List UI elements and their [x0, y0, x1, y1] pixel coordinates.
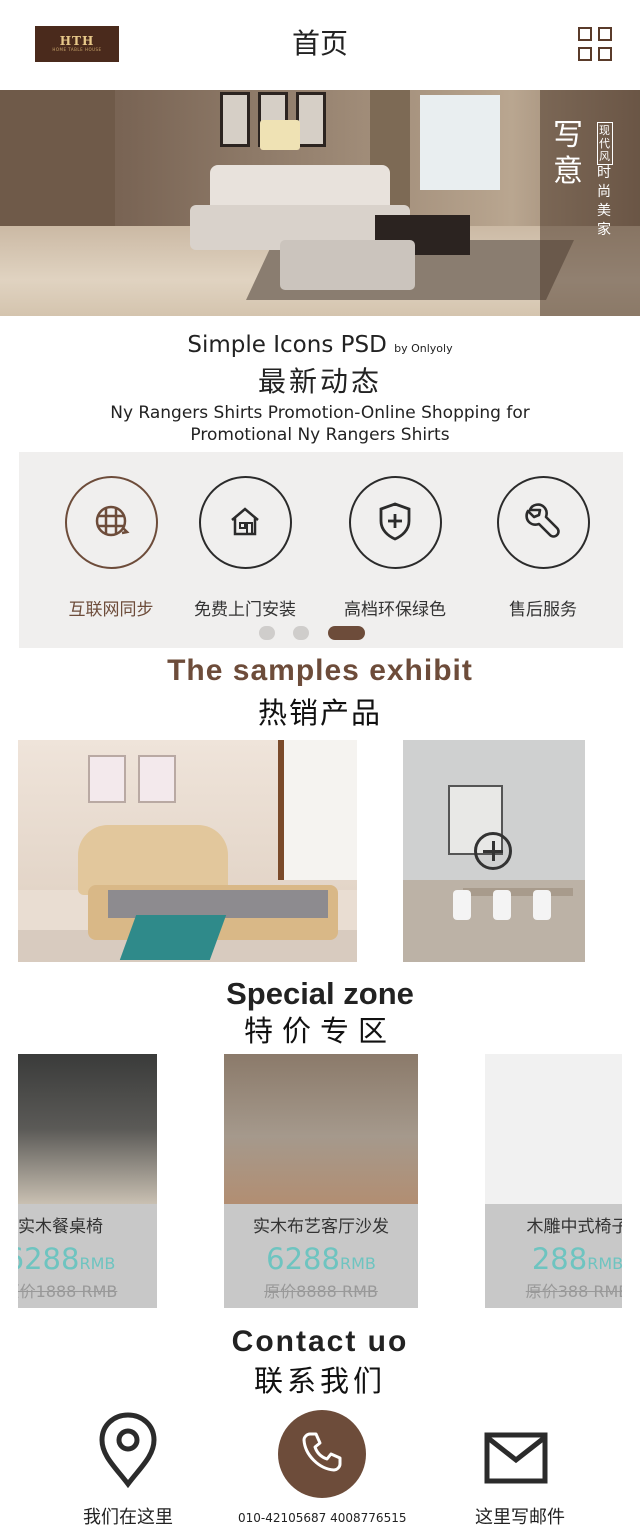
- location-pin-icon: [96, 1412, 160, 1492]
- bed-sheet: [108, 890, 328, 918]
- feature-circle: [64, 476, 158, 569]
- grid-icon[interactable]: [578, 27, 612, 61]
- special-card-name: 实木餐桌椅: [18, 1217, 103, 1237]
- hero-ottoman: [280, 240, 415, 290]
- special-card[interactable]: 实木布艺客厅沙发 6288RMB 原价8888 RMB: [224, 1054, 418, 1308]
- feature-eco[interactable]: 高档环保绿色: [330, 476, 460, 620]
- feature-label: 互联网同步: [68, 600, 154, 620]
- special-card-name: 木雕中式椅子: [526, 1217, 623, 1237]
- carousel-dot[interactable]: [259, 626, 275, 640]
- carousel-dot[interactable]: [293, 626, 309, 640]
- special-card-original-price: 原价8888 RMB: [264, 1282, 378, 1301]
- samples-heading-zh: 热销产品: [257, 696, 382, 730]
- feature-circle: [348, 476, 442, 569]
- hero-painting: [220, 92, 250, 147]
- hero-lamp: [260, 120, 300, 150]
- shield-plus-icon: [373, 499, 417, 547]
- special-card-image: [18, 1054, 157, 1204]
- special-heading-zh: 特价专区: [243, 1014, 396, 1048]
- feature-circle: [198, 476, 292, 569]
- contact-phone-label: 010-42105687 4008776515: [238, 1511, 407, 1525]
- zoom-plus-icon[interactable]: [474, 832, 512, 870]
- bedroom-window: [278, 740, 357, 880]
- mail-icon: [484, 1432, 548, 1490]
- globe-sync-icon: [91, 501, 131, 545]
- special-card-content: 实木餐桌椅 6288RMB 原价1888 RMB: [18, 1054, 157, 1308]
- dining-chair: [453, 890, 471, 920]
- product-image-dining[interactable]: [403, 740, 585, 962]
- hero-painting: [296, 92, 326, 147]
- hero-badge-title: 写意: [553, 118, 583, 189]
- bedroom-wall-art: [88, 755, 126, 803]
- special-card-image: [224, 1054, 418, 1204]
- page-title: 首页: [291, 27, 348, 60]
- news-credit-main: Simple Icons PSD: [187, 332, 387, 358]
- top-header: HTH HOME TABLE HOUSE 首页: [0, 0, 640, 90]
- contact-mail-label: 这里写邮件: [475, 1507, 565, 1528]
- samples-heading-en: The samples exhibit: [167, 654, 473, 687]
- feature-circle: [496, 476, 590, 569]
- hero-badge: 写意 现代风 时尚美家: [545, 110, 615, 238]
- price-value: 288: [531, 1242, 588, 1276]
- dining-table: [463, 888, 573, 896]
- price-unit: RMB: [587, 1254, 622, 1273]
- hero-badge-subtitle: 时尚美家: [597, 165, 611, 238]
- price-unit: RMB: [79, 1254, 116, 1273]
- dining-chair: [493, 890, 511, 920]
- price-unit: RMB: [339, 1254, 376, 1273]
- news-subtitle[interactable]: Ny Rangers Shirts Promotion-Online Shopp…: [80, 402, 560, 446]
- hero-window: [420, 95, 500, 190]
- carousel-dot-active[interactable]: [328, 626, 365, 640]
- special-card[interactable]: 木雕中式椅子 288RMB 原价388 RMB: [485, 1054, 622, 1308]
- home-icon: [225, 501, 265, 545]
- special-card-image: [485, 1054, 622, 1204]
- contact-heading-zh: 联系我们: [253, 1364, 386, 1398]
- phone-button[interactable]: [278, 1410, 366, 1498]
- special-card-original-price: 原价388 RMB: [525, 1282, 622, 1301]
- feature-free-install[interactable]: 免费上门安装: [180, 476, 310, 620]
- price-value: 6288: [266, 1242, 340, 1276]
- feature-label: 高档环保绿色: [344, 600, 446, 620]
- special-card-price: 288RMB: [485, 1242, 622, 1276]
- wrench-icon: [520, 498, 566, 548]
- price-value: 6288: [18, 1242, 80, 1276]
- hero-banner[interactable]: 写意 现代风 时尚美家: [0, 90, 640, 316]
- product-image-bedroom[interactable]: [18, 740, 357, 962]
- hero-badge-tag: 现代风: [597, 122, 613, 165]
- feature-label: 售后服务: [509, 600, 577, 620]
- dining-chair: [533, 890, 551, 920]
- feature-internet-sync[interactable]: 互联网同步: [46, 476, 176, 620]
- special-card-content: 木雕中式椅子 288RMB 原价388 RMB: [485, 1054, 622, 1308]
- bed-throw: [119, 915, 227, 960]
- news-credit: Simple Icons PSD by Onlyoly: [0, 332, 640, 358]
- features-carousel: 互联网同步 免费上门安装 高档环保绿色 售后服务: [19, 452, 623, 648]
- contact-heading-en: Contact uo: [231, 1325, 409, 1358]
- special-heading-en: Special zone: [226, 976, 414, 1011]
- special-card-original-price: 原价1888 RMB: [18, 1282, 118, 1301]
- feature-after-sales[interactable]: 售后服务: [478, 476, 608, 620]
- special-card-name: 实木布艺客厅沙发: [253, 1217, 389, 1237]
- phone-icon: [298, 1428, 346, 1480]
- bedroom-wall-art: [138, 755, 176, 803]
- news-title: 最新动态: [257, 365, 382, 398]
- contact-location-label: 我们在这里: [83, 1507, 173, 1528]
- news-credit-by: by Onlyoly: [394, 342, 453, 355]
- special-card[interactable]: 实木餐桌椅 6288RMB 原价1888 RMB: [18, 1054, 157, 1308]
- special-card-price: 6288RMB: [18, 1242, 157, 1276]
- feature-label: 免费上门安装: [194, 600, 296, 620]
- special-card-price: 6288RMB: [224, 1242, 418, 1276]
